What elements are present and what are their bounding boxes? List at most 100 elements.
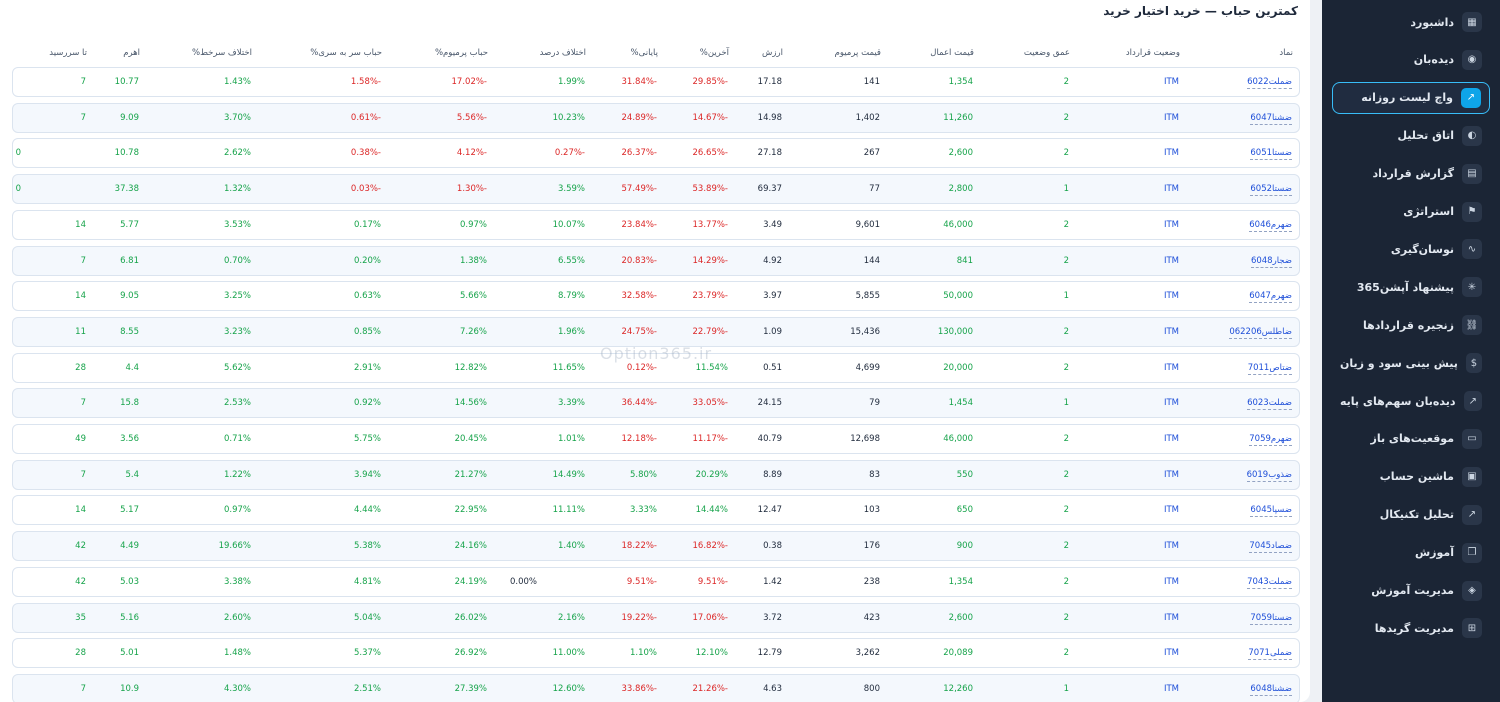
cell-symbol[interactable]: ضصاد7045 [1249,541,1292,554]
cell-premium: 83 [869,469,880,480]
header-depth[interactable]: عمق وضعیت [1024,48,1070,58]
header-status[interactable]: وضعیت قرارداد [1126,48,1180,58]
table-row[interactable]: ضصاد7045 ITM 2 900 176 0.38 16.82%- 18.22%- 1.40… [12,531,1300,562]
header-symbol[interactable]: نماد [1279,48,1293,58]
header-days-to-expiry[interactable]: تا سررسید [49,48,87,58]
cell-symbol[interactable]: ضستا6051 [1250,148,1292,161]
cell-depth: 2 [1063,648,1069,659]
cell-diff-pct: 1.99% [557,77,585,87]
cell-breakeven-bubble: 0.38%- [350,148,381,159]
cell-symbol[interactable]: ضسپا6045 [1250,505,1292,518]
cell-last-pct: 20.29% [695,469,728,480]
cell-symbol[interactable]: ضتاص7011 [1247,363,1292,375]
cell-symbol[interactable]: ضهرم6046 [1249,220,1292,232]
header-premium[interactable]: قیمت پرمیوم [835,48,881,58]
cell-final-pct: 23.84%- [621,219,657,230]
keyboard-icon: ▭ [1462,428,1482,449]
cell-symbol[interactable]: ضشنا6048 [1250,684,1292,696]
table-row[interactable]: ضملت6023 ITM 1 1,454 79 24.15 33.05%- 36.44%- 3.… [12,388,1300,419]
table-row[interactable]: ضهرم6047 ITM 1 50,000 5,855 3.97 23.79%- 32.58%… [12,281,1300,312]
cell-days-to-expiry: 0 [15,148,21,159]
table-row[interactable]: ضشنا6047 ITM 2 11,260 1,402 14.98 14.67%- 24.89… [12,102,1300,133]
sidebar-item-calculator[interactable]: ▣ ماشین حساب [1332,461,1490,493]
sidebar-item-grid-plus[interactable]: ⊞ مدیریت گریدها [1332,612,1490,644]
cell-symbol[interactable]: ضملی7071 [1248,648,1292,661]
table-row[interactable]: ضسپا6045 ITM 2 650 103 12.47 14.44% 3.33% 11.11%… [12,495,1300,526]
link-icon: ⛓ [1462,315,1482,336]
table-row[interactable]: ضاطلس062206 ITM 2 130,000 15,436 1.09 22.79%- 2… [12,316,1300,347]
table-row[interactable]: ضشنا6048 ITM 1 12,260 800 4.63 21.26%- 33.86%- 1… [12,673,1300,702]
header-line-diff[interactable]: %اختلاف سرخط [192,48,252,58]
cell-diff-pct: 8.79% [557,291,585,302]
table-header: نماد وضعیت قرارداد عمق وضعیت قیمت اعمال قیمت… [12,44,1300,64]
sidebar-item-chart[interactable]: ↗ واچ لیست روزانه [1332,81,1490,114]
sidebar-item-wave[interactable]: ∿ نوسان‌گیری [1332,233,1490,265]
sidebar-item-layers[interactable]: ◈ مدیریت آموزش [1332,575,1490,607]
sidebar-item-eye[interactable]: ◉ دیده‌بان [1332,44,1490,76]
cell-premium-bubble: 24.19% [454,576,487,587]
header-strike[interactable]: قیمت اعمال [930,48,974,58]
cell-symbol[interactable]: ضستا7059 [1250,613,1292,625]
cell-premium-bubble: 26.02% [454,612,487,623]
sidebar-item-label: مدیریت آموزش [1371,584,1454,597]
sidebar-item-trend[interactable]: ↗ تحلیل تکنیکال [1332,499,1490,531]
header-breakeven-bubble[interactable]: %حباب سر به سری [310,48,382,58]
sidebar-item-sparkle[interactable]: ✳ پیشنهاد آپشن365 [1332,271,1490,303]
sidebar-item-headset[interactable]: ◐ اتاق تحلیل [1332,120,1490,152]
grid-plus-icon: ⊞ [1462,618,1482,639]
cell-symbol[interactable]: ضملت6023 [1247,398,1292,411]
sidebar-item-label: گزارش قرارداد [1372,167,1454,181]
cell-symbol[interactable]: ضستا6052 [1250,184,1292,197]
table-row[interactable]: ضملت7043 ITM 2 1,354 238 1.42 9.51%- 9.51%- 0.00… [12,566,1300,597]
table-row[interactable]: ضستا6052 ITM 1 2,800 77 69.37 53.89%- 57.49%- 3.… [12,174,1300,205]
sidebar-item-flag[interactable]: ⚑ استراتژی [1332,196,1490,228]
cell-days-to-expiry: 42 [75,541,86,552]
cell-breakeven-bubble: 5.75% [353,434,381,444]
sidebar-item-grid[interactable]: ▦ داشبورد [1332,6,1490,38]
header-final-pct[interactable]: %پایانی [631,48,658,58]
cell-premium: 15,436 [850,326,880,337]
cell-final-pct: 24.89%- [621,112,657,123]
header-value[interactable]: ارزش [762,48,783,58]
cell-days-to-expiry: 35 [75,612,86,623]
cell-symbol[interactable]: ضشنا6047 [1250,113,1292,125]
sidebar-item-book[interactable]: ❐ آموزش [1332,537,1490,569]
cell-days-to-expiry: 28 [75,648,86,659]
table-row[interactable]: ضستا7059 ITM 2 2,600 423 3.72 17.06%- 19.22%- 2.… [12,602,1300,633]
cell-status: ITM [1163,683,1179,694]
sidebar-item-document[interactable]: ▤ گزارش قرارداد [1332,158,1490,190]
sidebar-item-link[interactable]: ⛓ زنجیره قراردادها [1332,309,1490,341]
header-last-pct[interactable]: %آخرین [700,48,729,58]
cell-value: 24.15 [757,398,782,409]
cell-final-pct: 57.49%- [621,184,657,195]
table-row[interactable]: ضهرم7059 ITM 2 46,000 12,698 40.79 11.17%- 12.1… [12,424,1300,454]
cell-symbol[interactable]: ضهرم7059 [1249,434,1292,446]
table-row[interactable]: ضجار6048 ITM 2 841 144 4.92 14.29%- 20.83%- 6.55… [12,245,1300,276]
cell-symbol[interactable]: ضذوب6019 [1246,470,1292,482]
sidebar-item-line-chart[interactable]: ↗ دیده‌بان سهم‌های پایه [1332,385,1490,417]
cell-symbol[interactable]: ضهرم6047 [1249,291,1292,304]
cell-depth: 2 [1063,505,1069,516]
cell-final-pct: 20.83%- [621,255,657,266]
header-leverage[interactable]: اهرم [123,48,140,58]
cell-symbol[interactable]: ضاطلس062206 [1229,327,1292,339]
table-row[interactable]: ضملی7071 ITM 2 20,089 3,262 12.79 12.10% 1.10% 1… [12,638,1300,669]
cell-last-pct: 14.44% [695,505,728,516]
cell-symbol[interactable]: ضجار6048 [1250,256,1292,268]
table-row[interactable]: ضستا6051 ITM 2 2,600 267 27.18 26.65%- 26.37%- 0… [12,138,1300,169]
cell-symbol[interactable]: ضملت7043 [1247,577,1292,589]
table-row[interactable]: ضهرم6046 ITM 2 46,000 9,601 3.49 13.77%- 23.84%… [12,209,1300,240]
sidebar-item-dollar[interactable]: $ پیش بینی سود و زیان [1332,347,1490,379]
table-row[interactable]: ضذوب6019 ITM 2 550 83 8.89 20.29% 5.80% 14.49% 21… [12,459,1300,490]
table-row[interactable]: ضملت6022 ITM 2 1,354 141 17.18 29.85%- 31.84%- 1… [12,67,1300,97]
cell-premium-bubble: 14.56% [454,398,487,409]
header-diff-pct[interactable]: اختلاف درصد [540,48,586,58]
cell-premium: 1,402 [855,112,880,123]
cell-symbol[interactable]: ضملت6022 [1247,77,1292,89]
cell-final-pct: 33.86%- [621,683,657,694]
cell-premium: 144 [863,255,880,266]
cell-value: 14.98 [757,112,782,123]
cell-last-pct: 11.54% [695,362,728,373]
sidebar-item-keyboard[interactable]: ▭ موقعیت‌های باز [1332,423,1490,455]
header-premium-bubble[interactable]: %حباب پرمیوم [435,48,488,58]
